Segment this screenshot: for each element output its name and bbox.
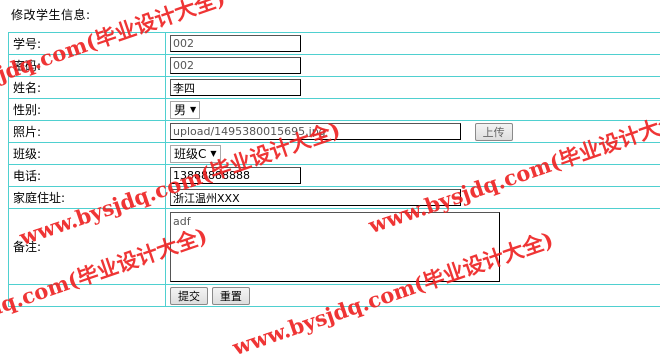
gender-label: 性别: xyxy=(13,103,41,117)
gender-select[interactable]: 男 ▼ xyxy=(170,101,200,119)
form-row-photo: 照片: 上传 xyxy=(9,121,660,143)
student-id-input[interactable] xyxy=(170,35,301,52)
name-input[interactable] xyxy=(170,79,301,96)
class-label: 班级: xyxy=(13,147,41,161)
form-row-remark: 备注: adf xyxy=(9,209,660,285)
student-edit-form: 学号: 密码: 姓名: 性别: 男 ▼ 照片: 上传 班级: 班级C ▼ xyxy=(8,32,660,307)
remark-textarea[interactable]: adf xyxy=(170,212,500,282)
form-row-password: 密码: xyxy=(9,55,660,77)
form-row-class: 班级: 班级C ▼ xyxy=(9,143,660,165)
page-title: 修改学生信息: xyxy=(11,8,91,22)
phone-input[interactable] xyxy=(170,167,301,184)
remark-label: 备注: xyxy=(13,240,41,254)
name-label: 姓名: xyxy=(13,81,41,95)
submit-button[interactable]: 提交 xyxy=(170,287,208,305)
form-row-gender: 性别: 男 ▼ xyxy=(9,99,660,121)
address-input[interactable] xyxy=(170,189,461,206)
address-label: 家庭住址: xyxy=(13,191,65,205)
form-row-student-id: 学号: xyxy=(9,33,660,55)
class-select[interactable]: 班级C ▼ xyxy=(170,145,221,163)
form-row-actions: 提交 重置 xyxy=(9,285,660,307)
photo-path-input[interactable] xyxy=(170,123,461,140)
chevron-down-icon: ▼ xyxy=(190,105,196,114)
photo-label: 照片: xyxy=(13,125,41,139)
password-input[interactable] xyxy=(170,57,301,74)
form-row-phone: 电话: xyxy=(9,165,660,187)
form-row-name: 姓名: xyxy=(9,77,660,99)
chevron-down-icon: ▼ xyxy=(210,149,216,158)
class-selected-value: 班级C xyxy=(174,145,206,162)
phone-label: 电话: xyxy=(13,169,41,183)
form-row-address: 家庭住址: xyxy=(9,187,660,209)
upload-button[interactable]: 上传 xyxy=(475,123,513,141)
gender-selected-value: 男 xyxy=(174,101,186,118)
password-label: 密码: xyxy=(13,59,41,73)
student-id-label: 学号: xyxy=(13,37,41,51)
reset-button[interactable]: 重置 xyxy=(212,287,250,305)
